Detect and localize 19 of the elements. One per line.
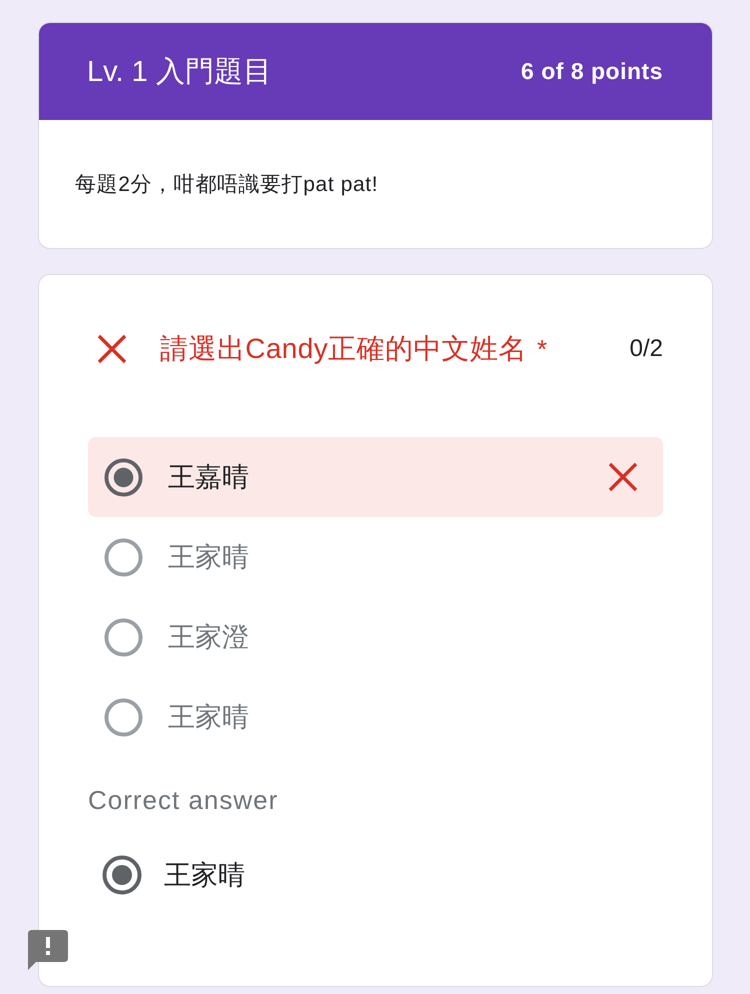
total-score: 6 of 8 points — [521, 58, 663, 85]
correct-option-label: 王家晴 — [164, 859, 245, 892]
option-label: 王家晴 — [168, 541, 249, 574]
form-description: 每題2分，咁都唔識要打pat pat! — [75, 172, 378, 198]
form-title: Lv. 1 入門題目 — [87, 54, 272, 90]
question-title: 請選出Candy正確的中文姓名 — [160, 332, 527, 366]
cross-icon — [608, 462, 638, 492]
question-score: 0/2 — [630, 335, 663, 363]
radio-button-selected[interactable] — [104, 458, 143, 496]
correct-answer-heading: Correct answer — [88, 785, 278, 816]
radio-button[interactable] — [104, 698, 143, 736]
option-label: 王家澄 — [168, 621, 249, 654]
radio-button[interactable] — [104, 538, 143, 576]
feedback-bubble-icon[interactable] — [28, 930, 68, 970]
required-mark: * — [536, 334, 548, 364]
option-label: 王嘉晴 — [168, 461, 249, 494]
radio-button-selected[interactable] — [102, 855, 142, 895]
option-label: 王家晴 — [168, 701, 249, 734]
radio-button[interactable] — [104, 618, 143, 656]
